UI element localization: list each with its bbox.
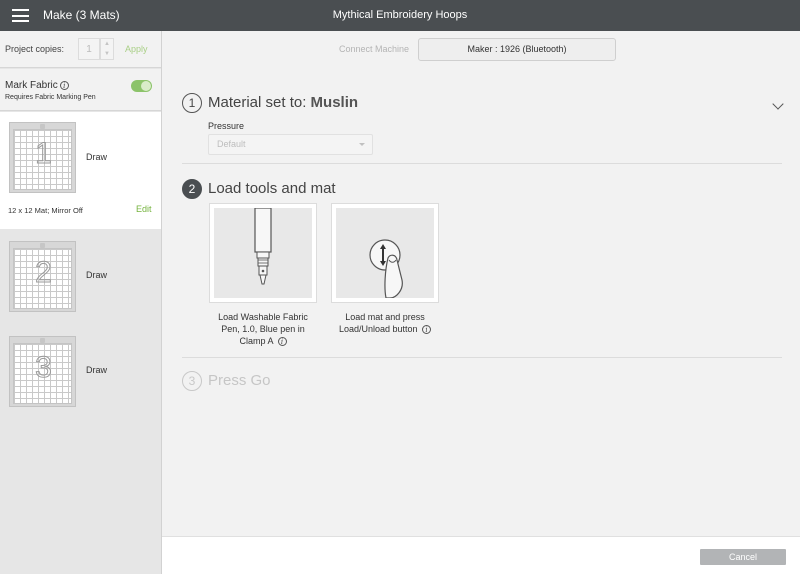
stepper-down-icon[interactable]: ▼ <box>101 49 113 59</box>
mark-fabric-row: Mark Fabric i Requires Fabric Marking Pen <box>0 69 161 111</box>
mat-label: Draw <box>86 365 108 375</box>
copies-stepper[interactable]: ▲ ▼ <box>100 38 114 60</box>
toggle-knob <box>141 81 151 91</box>
step-1-prefix: Material set to: <box>208 94 311 111</box>
material-name: Muslin <box>310 94 359 111</box>
mat-thumbnail: 2 <box>9 241 76 312</box>
bottom-bar: Cancel <box>162 536 800 574</box>
load-mat-caption: Load mat and press Load/Unload button i <box>315 311 455 335</box>
mark-fabric-label: Mark Fabric <box>5 80 58 91</box>
load-mat-card <box>331 203 439 303</box>
mat-item-3[interactable]: 3 Draw <box>0 324 161 419</box>
stepper-up-icon[interactable]: ▲ <box>101 39 113 49</box>
step-2-title: Load tools and mat <box>208 180 336 197</box>
main-panel: Connect Machine Maker : 1926 (Bluetooth)… <box>162 31 800 536</box>
cancel-button[interactable]: Cancel <box>700 549 786 565</box>
edit-mat-button[interactable]: Edit <box>136 204 152 214</box>
caption-line: Pen, 1.0, Blue pen in <box>221 324 305 334</box>
project-title: Mythical Embroidery Hoops <box>332 9 468 21</box>
mat-label: Draw <box>86 152 108 162</box>
mat-thumbnail: 3 <box>9 336 76 407</box>
pressure-label: Pressure <box>208 121 245 131</box>
caption-line: Load/Unload button i <box>315 323 455 335</box>
caption-text: Load/Unload button <box>338 324 418 334</box>
step-1-title: Material set to: Muslin <box>208 94 358 111</box>
step-3-number: 3 <box>182 371 202 391</box>
project-copies-label: Project copies: <box>5 44 65 54</box>
dropdown-arrow-icon <box>359 143 365 146</box>
load-unload-button-icon <box>369 239 403 298</box>
mat-number: 1 <box>35 137 53 171</box>
project-copies-row: Project copies: ▲ ▼ Apply <box>0 31 161 68</box>
divider <box>182 163 782 164</box>
mark-fabric-toggle[interactable] <box>131 80 152 92</box>
mat-item-1[interactable]: 1 Draw 12 x 12 Mat; Mirror Off Edit <box>0 112 161 229</box>
mat-thumbnail: 1 <box>9 122 76 193</box>
mat-item-2[interactable]: 2 Draw <box>0 229 161 324</box>
step-3-title: Press Go <box>208 372 271 389</box>
caption-text: Clamp A <box>239 336 273 346</box>
mark-fabric-subtitle: Requires Fabric Marking Pen <box>5 94 96 101</box>
caption-line: Load Washable Fabric <box>218 312 308 322</box>
sidebar: Project copies: ▲ ▼ Apply Mark Fabrici R… <box>0 31 162 574</box>
caption-line: Clamp A i <box>193 335 333 347</box>
top-bar: Make (3 Mats) Mythical Embroidery Hoops <box>0 0 800 31</box>
info-icon[interactable]: i <box>277 337 287 347</box>
pressure-select[interactable]: Default <box>208 134 373 155</box>
mat-info: 12 x 12 Mat; Mirror Off <box>8 206 83 215</box>
step-1-number: 1 <box>182 93 202 113</box>
pressure-value: Default <box>217 139 246 149</box>
machine-select-button[interactable]: Maker : 1926 (Bluetooth) <box>418 38 616 61</box>
mat-number: 3 <box>35 351 53 385</box>
divider <box>182 357 782 358</box>
load-pen-card <box>209 203 317 303</box>
caption-line: Load mat and press <box>345 312 425 322</box>
mat-label: Draw <box>86 270 108 280</box>
connect-machine-label: Connect Machine <box>339 44 410 54</box>
mat-number: 2 <box>35 256 53 290</box>
project-copies-input[interactable] <box>78 38 100 60</box>
pen-icon <box>254 208 272 285</box>
apply-button[interactable]: Apply <box>125 44 148 54</box>
mark-fabric-title: Mark Fabric i <box>5 80 69 91</box>
chevron-down-icon[interactable] <box>772 98 784 110</box>
load-pen-caption: Load Washable Fabric Pen, 1.0, Blue pen … <box>193 311 333 347</box>
info-icon[interactable]: i <box>422 325 432 335</box>
step-2-number: 2 <box>182 179 202 199</box>
info-icon[interactable]: i <box>59 80 69 90</box>
